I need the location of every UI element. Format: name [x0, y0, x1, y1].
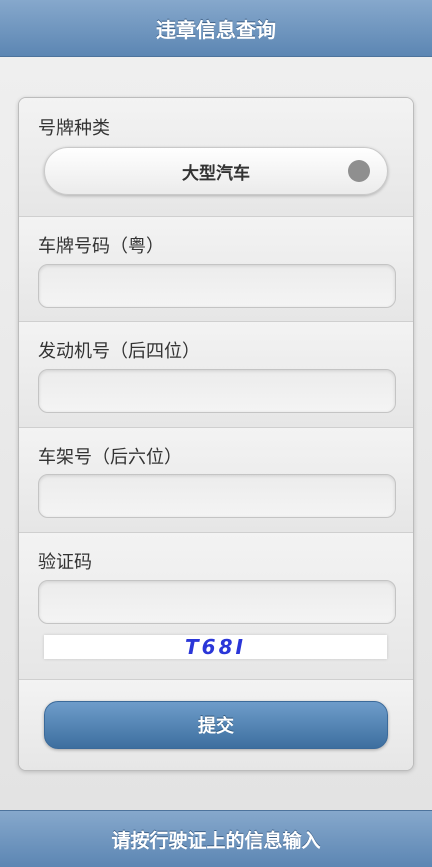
page-title: 违章信息查询 [156, 17, 276, 42]
engine-number-section: 发动机号（后四位） [19, 322, 413, 428]
frame-number-label: 车架号（后六位） [38, 447, 182, 468]
footer-hint: 请按行驶证上的信息输入 [111, 829, 321, 852]
frame-number-section: 车架号（后六位） [19, 428, 413, 533]
plate-number-section: 车牌号码（粤） [19, 217, 413, 322]
captcha-code-text: T68I [185, 635, 246, 659]
engine-number-input[interactable] [38, 369, 396, 413]
plate-number-input[interactable] [38, 264, 396, 308]
captcha-label: 验证码 [38, 552, 92, 573]
submit-button[interactable]: 提交 [44, 701, 388, 749]
plate-type-section: 号牌种类 大型汽车 [19, 98, 413, 217]
captcha-image[interactable]: T68I [44, 635, 387, 659]
captcha-section: 验证码 T68I [19, 533, 413, 680]
query-form: 号牌种类 大型汽车 车牌号码（粤） 发动机号（后四位） 车架号（后六位） 验证码… [18, 97, 414, 771]
plate-type-select[interactable]: 大型汽车 [44, 147, 388, 195]
plate-type-selected-value: 大型汽车 [182, 163, 250, 184]
footer-bar: 请按行驶证上的信息输入 [0, 810, 432, 867]
engine-number-label: 发动机号（后四位） [38, 341, 200, 362]
submit-button-label: 提交 [198, 716, 234, 737]
captcha-input[interactable] [38, 580, 396, 624]
frame-number-input[interactable] [38, 474, 396, 518]
header-bar: 违章信息查询 [0, 0, 432, 57]
plate-type-label: 号牌种类 [38, 118, 110, 139]
radio-indicator-icon [348, 160, 370, 182]
submit-section: 提交 [19, 680, 413, 770]
plate-number-label: 车牌号码（粤） [38, 236, 164, 257]
